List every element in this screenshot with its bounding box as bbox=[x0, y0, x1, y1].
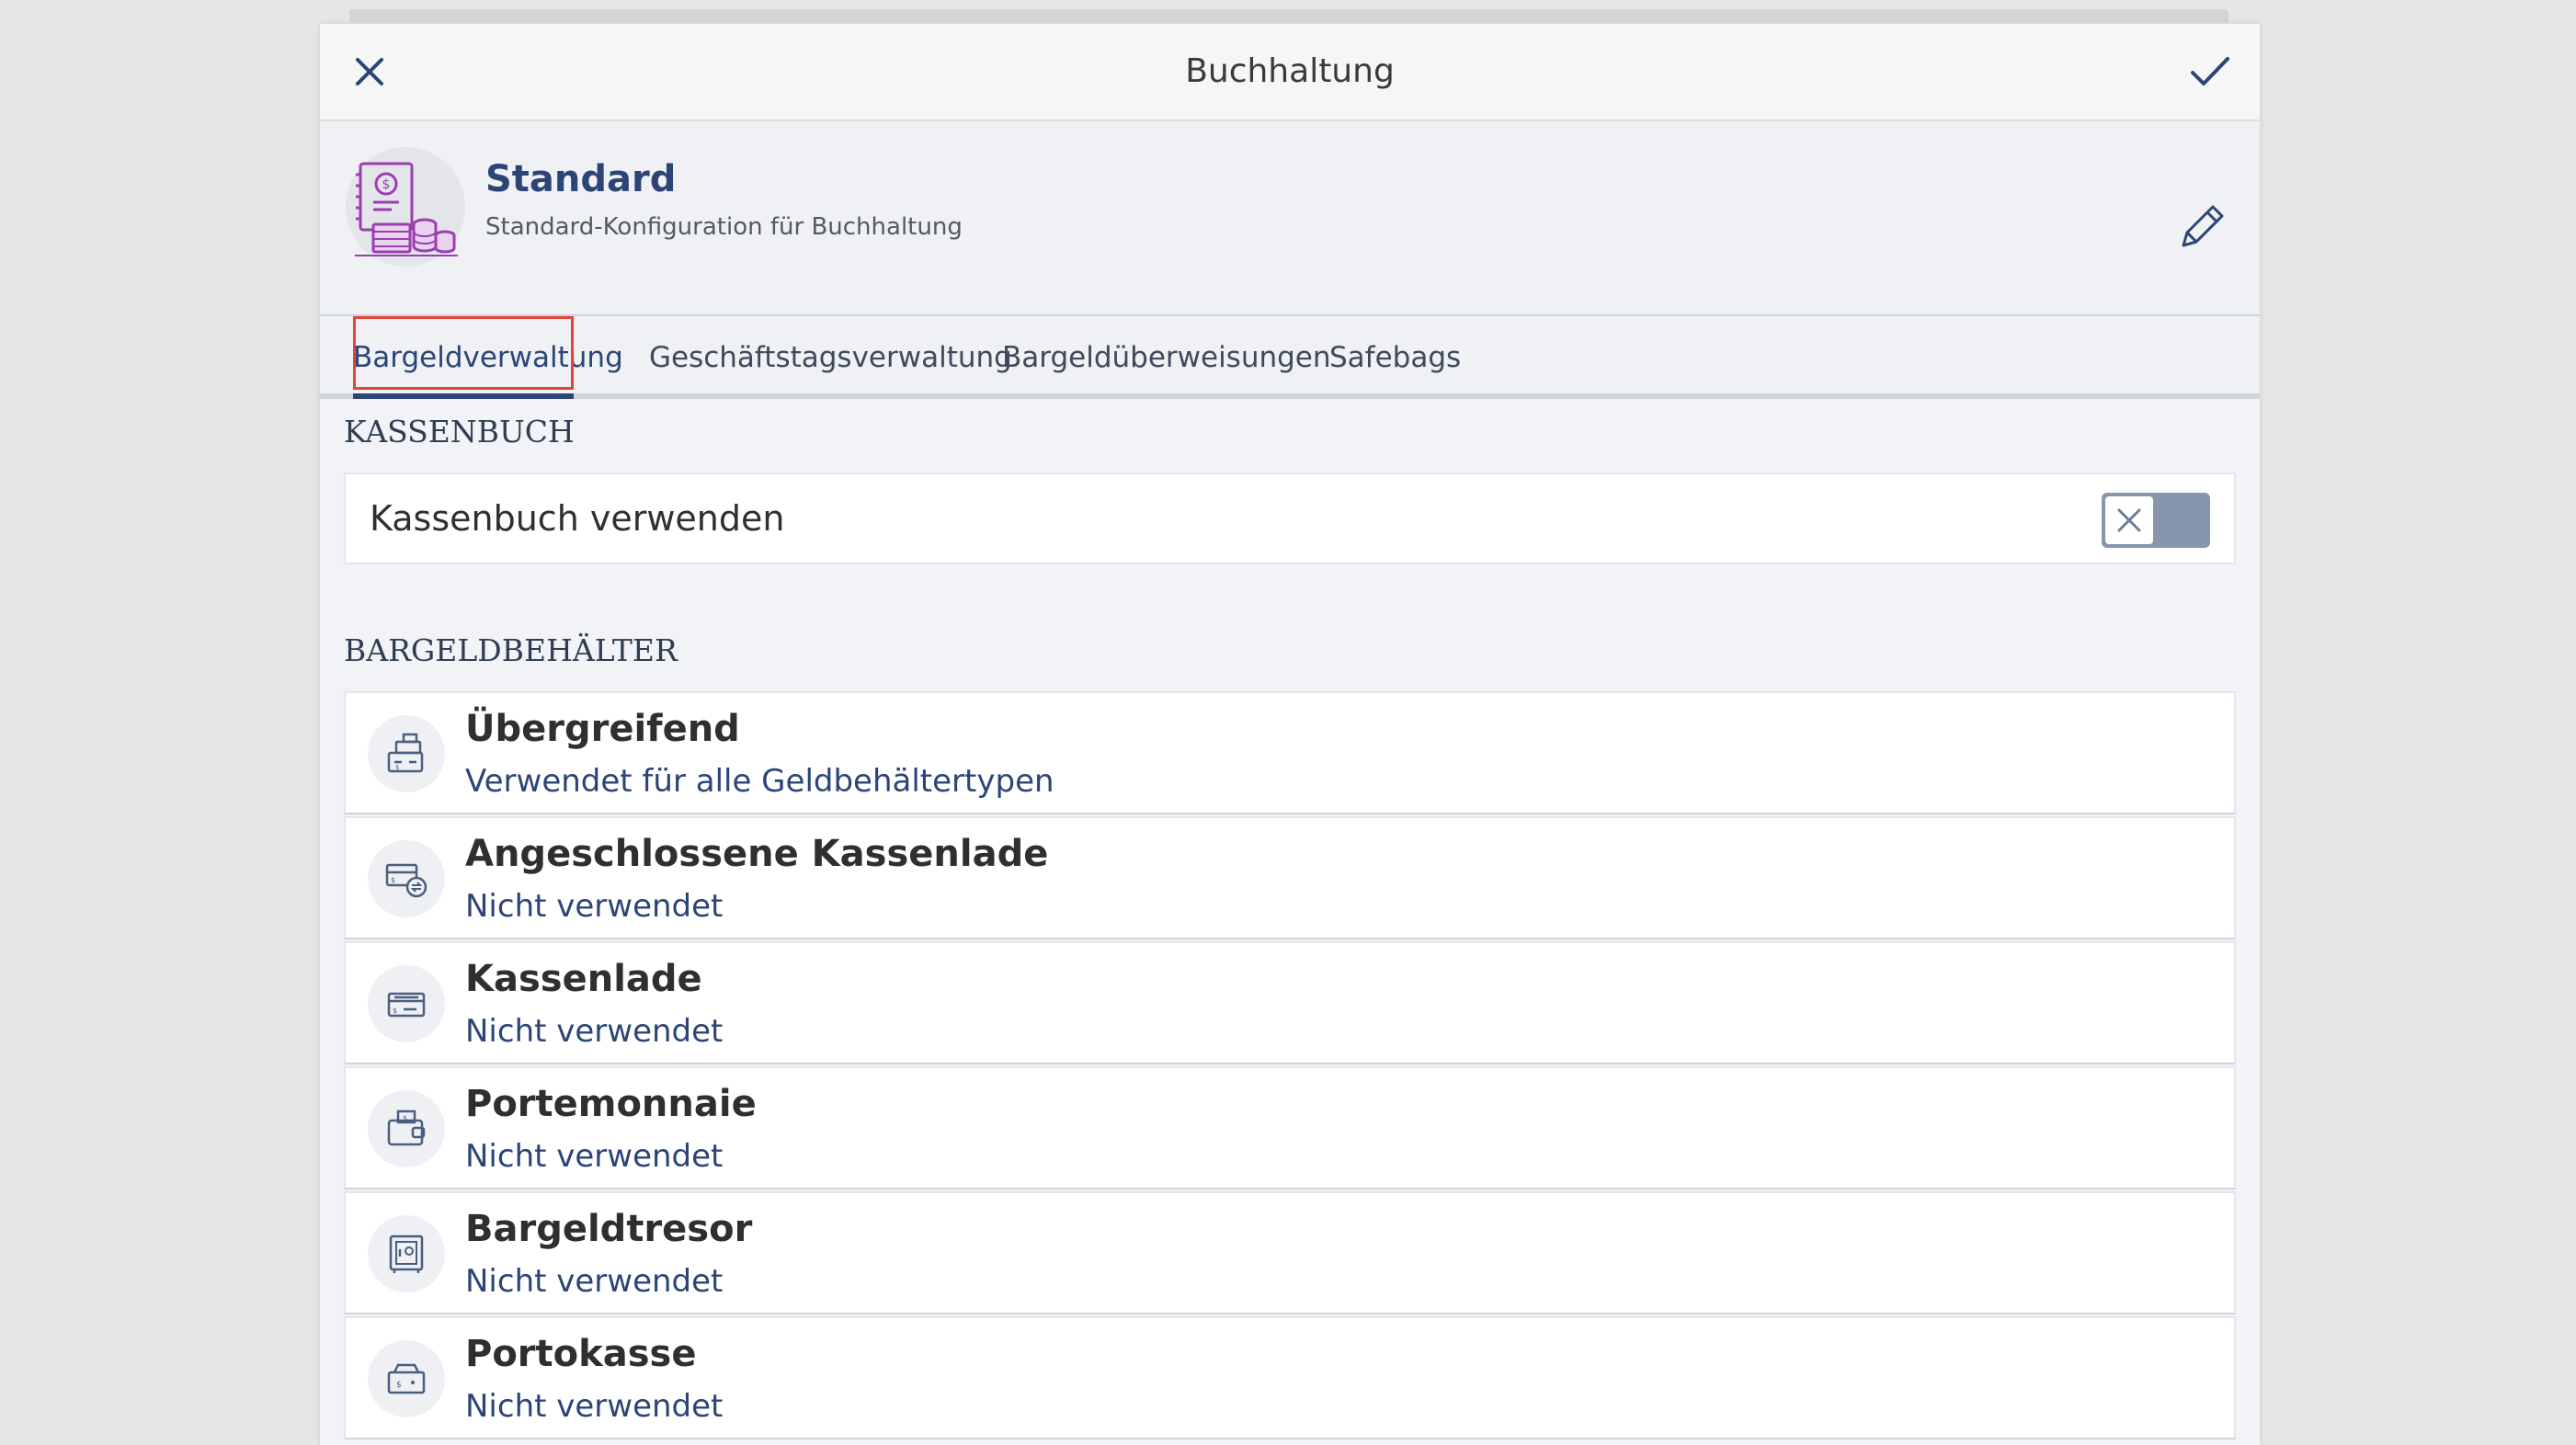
cashbook-toggle[interactable] bbox=[2102, 493, 2210, 548]
profile-avatar: $ bbox=[346, 147, 465, 267]
list-item-title: Portokasse bbox=[465, 1333, 697, 1375]
dialog-header: Buchhaltung bbox=[320, 24, 2260, 121]
accounting-dialog: Buchhaltung $ Standard Standard-Konfigur… bbox=[320, 24, 2260, 1445]
profile-description: Standard-Konfiguration für Buchhaltung bbox=[485, 213, 963, 241]
toggle-knob bbox=[2103, 495, 2155, 546]
svg-text:$: $ bbox=[403, 1114, 407, 1122]
list-item-title: Bargeldtresor bbox=[465, 1208, 753, 1250]
safe-icon bbox=[368, 1215, 445, 1292]
pencil-icon bbox=[2182, 205, 2224, 247]
tab-geschaeftstagsverwaltung[interactable]: Geschäftstagsverwaltung bbox=[649, 316, 1012, 393]
tab-bargeldverwaltung[interactable]: Bargeldverwaltung bbox=[353, 316, 623, 399]
tab-bar: Bargeldverwaltung Geschäftstagsverwaltun… bbox=[320, 316, 2260, 399]
svg-text:$: $ bbox=[395, 764, 399, 771]
profile-name: Standard bbox=[485, 158, 677, 200]
cash-drawer-icon: $ bbox=[368, 965, 445, 1042]
cash-container-list: $ Übergreifend Verwendet für alle Geldbe… bbox=[344, 691, 2236, 1441]
list-item-status: Nicht verwendet bbox=[465, 888, 724, 925]
list-item-status: Nicht verwendet bbox=[465, 1263, 724, 1300]
list-item-kassenlade[interactable]: $ Kassenlade Nicht verwendet bbox=[344, 941, 2236, 1064]
svg-text:$: $ bbox=[391, 876, 395, 884]
background-sheet bbox=[349, 9, 2228, 22]
list-item-status: Nicht verwendet bbox=[465, 1138, 724, 1175]
list-item-status: Nicht verwendet bbox=[465, 1013, 724, 1050]
wallet-icon: $ bbox=[368, 1090, 445, 1167]
tab-safebags[interactable]: Safebags bbox=[1329, 316, 1461, 393]
svg-text:$: $ bbox=[396, 1381, 402, 1390]
checkmark-icon bbox=[2191, 57, 2229, 85]
configuration-profile: $ Standard Standard-Konfiguration für Bu… bbox=[320, 121, 2260, 316]
list-item-status: Nicht verwendet bbox=[465, 1388, 724, 1425]
connected-drawer-icon: $ bbox=[368, 840, 445, 917]
accounting-book-coins-icon: $ bbox=[355, 162, 458, 256]
list-item-title: Portemonnaie bbox=[465, 1083, 757, 1125]
list-item-title: Übergreifend bbox=[465, 708, 740, 750]
petty-cash-icon: $ bbox=[368, 1340, 445, 1417]
list-item-bargeldtresor[interactable]: Bargeldtresor Nicht verwendet bbox=[344, 1191, 2236, 1314]
list-item-uebergreifend[interactable]: $ Übergreifend Verwendet für alle Geldbe… bbox=[344, 691, 2236, 814]
list-item-status: Verwendet für alle Geldbehältertypen bbox=[465, 763, 1054, 800]
tab-content: KASSENBUCH Kassenbuch verwenden BARGELDB… bbox=[320, 399, 2260, 1445]
edit-button[interactable] bbox=[2171, 197, 2232, 257]
register-icon: $ bbox=[368, 715, 445, 792]
list-item-portemonnaie[interactable]: $ Portemonnaie Nicht verwendet bbox=[344, 1066, 2236, 1189]
containers-section-title: BARGELDBEHÄLTER bbox=[344, 632, 678, 668]
list-item-portokasse[interactable]: $ Portokasse Nicht verwendet bbox=[344, 1316, 2236, 1439]
confirm-button[interactable] bbox=[2186, 48, 2234, 96]
svg-text:$: $ bbox=[393, 1007, 397, 1015]
list-item-title: Angeschlossene Kassenlade bbox=[465, 833, 1049, 875]
list-item-angeschlossene-kassenlade[interactable]: $ Angeschlossene Kassenlade Nicht verwen… bbox=[344, 816, 2236, 939]
cashbook-toggle-label: Kassenbuch verwenden bbox=[370, 498, 785, 539]
list-item-title: Kassenlade bbox=[465, 958, 702, 1000]
tab-bargeldueberweisungen[interactable]: Bargeldüberweisungen bbox=[1002, 316, 1331, 393]
cashbook-section-title: KASSENBUCH bbox=[344, 414, 575, 449]
dialog-title: Buchhaltung bbox=[1185, 52, 1395, 90]
close-icon bbox=[2117, 508, 2141, 532]
cashbook-toggle-row: Kassenbuch verwenden bbox=[344, 472, 2236, 564]
svg-text:$: $ bbox=[382, 177, 391, 192]
